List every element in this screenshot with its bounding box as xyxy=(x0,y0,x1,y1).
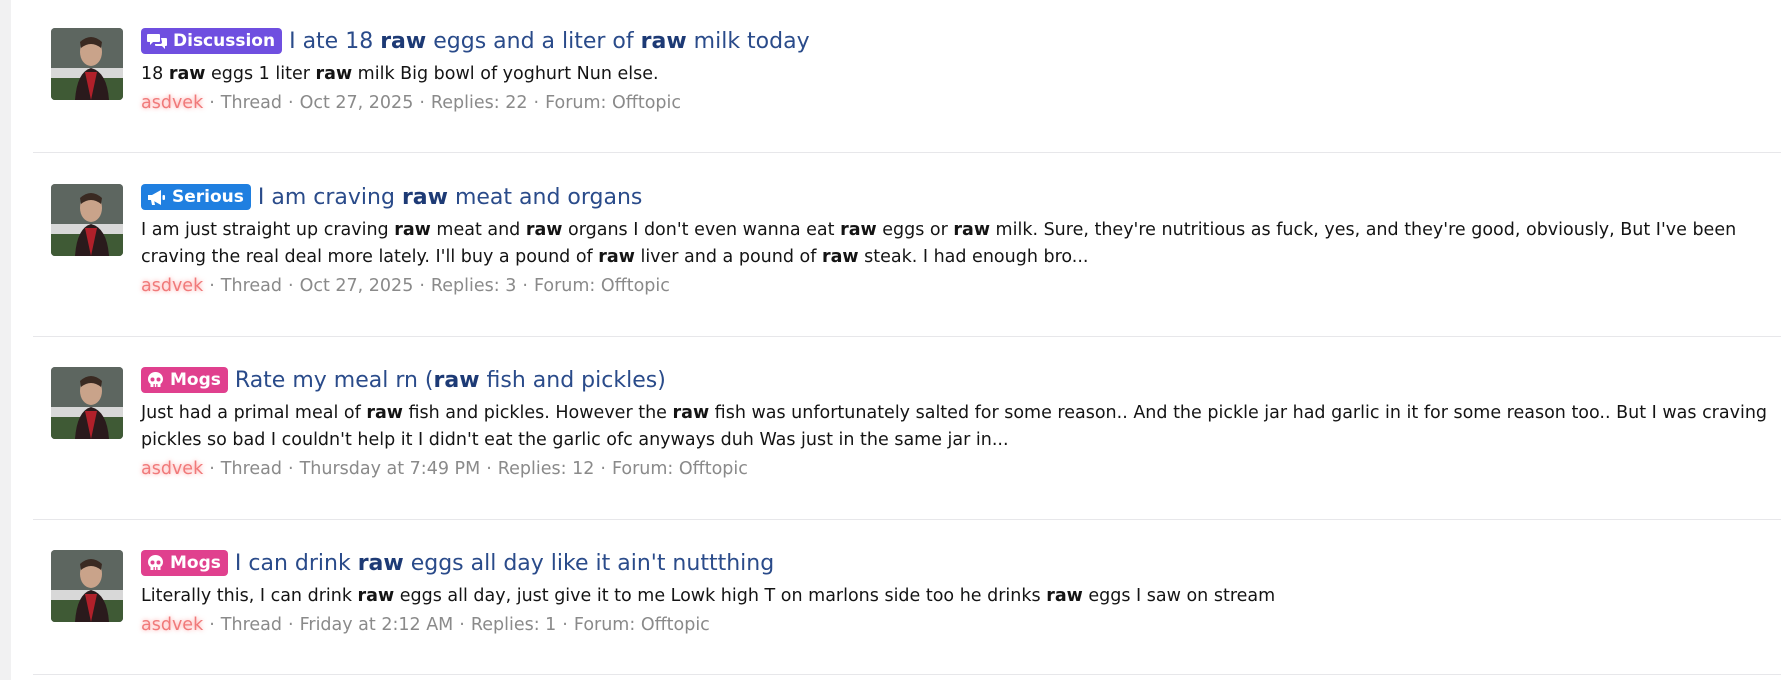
title-segment: eggs and a liter of xyxy=(426,28,641,54)
snippet-segment: eggs all day, just give it to me Lowk hi… xyxy=(394,586,1047,606)
avatar[interactable] xyxy=(51,550,123,622)
snippet-segment: organs I don't even wanna eat xyxy=(562,220,841,240)
snippet-highlight: raw xyxy=(357,586,395,606)
result-title-link[interactable]: Rate my meal rn (raw fish and pickles) xyxy=(235,368,666,393)
prefix-label[interactable]: Mogs xyxy=(141,367,228,393)
prefix-label[interactable]: Discussion xyxy=(141,28,283,54)
prefix-label-text: Serious xyxy=(172,187,244,207)
result-snippet: Just had a primal meal of raw fish and p… xyxy=(141,400,1771,454)
title-highlight: raw xyxy=(640,28,687,54)
reply-count: Replies: 22 xyxy=(430,93,528,113)
reply-count: Replies: 12 xyxy=(497,459,595,479)
snippet-segment: 18 xyxy=(141,64,169,84)
result-title-line: Serious I am craving raw meat and organs xyxy=(141,180,1771,214)
title-segment: meat and organs xyxy=(447,184,643,210)
title-segment: I can drink xyxy=(234,550,358,576)
avatar[interactable] xyxy=(51,28,123,100)
snippet-segment: liver and a pound of xyxy=(634,247,822,267)
title-segment: fish and pickles) xyxy=(479,367,666,393)
snippet-highlight: raw xyxy=(394,220,431,240)
snippet-segment: eggs I saw on stream xyxy=(1082,586,1276,606)
result-title-line: Discussion I ate 18 raw eggs and a liter… xyxy=(141,24,1771,58)
snippet-highlight: raw xyxy=(953,220,990,240)
search-result: Serious I am craving raw meat and organs… xyxy=(33,153,1781,337)
skull-icon xyxy=(148,372,163,387)
result-snippet: I am just straight up craving raw meat a… xyxy=(141,217,1771,271)
snippet-segment: eggs or xyxy=(876,220,954,240)
avatar[interactable] xyxy=(51,184,123,256)
snippet-highlight: raw xyxy=(598,247,635,267)
author-link[interactable]: asdvek xyxy=(141,459,203,479)
search-result: Discussion I ate 18 raw eggs and a liter… xyxy=(33,0,1781,153)
snippet-highlight: raw xyxy=(840,220,877,240)
reply-count: Replies: 3 xyxy=(430,276,517,296)
title-highlight: raw xyxy=(433,367,480,393)
avatar[interactable] xyxy=(51,367,123,439)
forum-link[interactable]: Forum: Offtopic xyxy=(545,93,681,113)
search-result: Mogs I can drink raw eggs all day like i… xyxy=(33,520,1781,675)
result-snippet: Literally this, I can drink raw eggs all… xyxy=(141,583,1771,610)
snippet-segment: milk Big bowl of yoghurt Nun else. xyxy=(352,64,659,84)
snippet-segment: steak. I had enough bro... xyxy=(858,247,1089,267)
author-link[interactable]: asdvek xyxy=(141,93,203,113)
author-link[interactable]: asdvek xyxy=(141,615,203,635)
content-type: Thread xyxy=(220,615,282,635)
result-meta: asdvek · Thread · Friday at 2:12 AM · Replies:… xyxy=(141,615,710,635)
snippet-segment: fish and pickles. However the xyxy=(402,403,673,423)
snippet-segment: meat and xyxy=(430,220,526,240)
search-results-list: Discussion I ate 18 raw eggs and a liter… xyxy=(33,0,1781,675)
snippet-highlight: raw xyxy=(1046,586,1083,606)
title-segment: Rate my meal rn ( xyxy=(234,367,434,393)
result-title-line: Mogs Rate my meal rn (raw fish and pickl… xyxy=(141,363,1771,397)
result-meta: asdvek · Thread · Oct 27, 2025 · Replies: 22 · F… xyxy=(141,93,682,113)
snippet-highlight: raw xyxy=(821,247,859,267)
snippet-segment: Just had a primal meal of xyxy=(141,403,367,423)
title-segment: milk today xyxy=(686,28,810,54)
snippet-highlight: raw xyxy=(168,64,206,84)
title-highlight: raw xyxy=(401,184,448,210)
prefix-label-text: Mogs xyxy=(170,553,221,573)
post-date: Oct 27, 2025 xyxy=(299,276,414,296)
prefix-label[interactable]: Serious xyxy=(141,184,251,210)
result-meta: asdvek · Thread · Oct 27, 2025 · Replies: 3 · Fo… xyxy=(141,276,670,296)
snippet-highlight: raw xyxy=(525,220,563,240)
reply-count: Replies: 1 xyxy=(470,615,557,635)
snippet-highlight: raw xyxy=(366,403,403,423)
forum-link[interactable]: Forum: Offtopic xyxy=(534,276,670,296)
left-rail xyxy=(0,0,11,680)
snippet-segment: Literally this, I can drink xyxy=(141,586,358,606)
forum-link[interactable]: Forum: Offtopic xyxy=(574,615,710,635)
snippet-highlight: raw xyxy=(315,64,353,84)
result-title-link[interactable]: I ate 18 raw eggs and a liter of raw mil… xyxy=(289,29,810,54)
result-title-link[interactable]: I can drink raw eggs all day like it ain… xyxy=(235,551,774,576)
content-type: Thread xyxy=(220,459,282,479)
snippet-segment: I am just straight up craving xyxy=(141,220,395,240)
title-highlight: raw xyxy=(357,550,404,576)
comments-icon xyxy=(147,33,167,49)
post-date: Thursday at 7:49 PM xyxy=(299,459,481,479)
content-type: Thread xyxy=(220,276,282,296)
forum-link[interactable]: Forum: Offtopic xyxy=(612,459,748,479)
content-type: Thread xyxy=(220,93,282,113)
prefix-label-text: Discussion xyxy=(173,31,276,51)
snippet-segment: eggs 1 liter xyxy=(205,64,316,84)
result-meta: asdvek · Thread · Thursday at 7:49 PM · Replie… xyxy=(141,459,748,479)
prefix-label[interactable]: Mogs xyxy=(141,550,228,576)
title-segment: eggs all day like it ain't nuttthing xyxy=(403,550,775,576)
result-snippet: 18 raw eggs 1 liter raw milk Big bowl of… xyxy=(141,61,1771,88)
post-date: Friday at 2:12 AM xyxy=(299,615,454,635)
result-title-link[interactable]: I am craving raw meat and organs xyxy=(258,185,643,210)
result-title-line: Mogs I can drink raw eggs all day like i… xyxy=(141,546,1771,580)
search-result: Mogs Rate my meal rn (raw fish and pickl… xyxy=(33,337,1781,520)
post-date: Oct 27, 2025 xyxy=(299,93,414,113)
snippet-highlight: raw xyxy=(672,403,710,423)
prefix-label-text: Mogs xyxy=(170,370,221,390)
title-highlight: raw xyxy=(380,28,427,54)
title-segment: I am craving xyxy=(257,184,402,210)
skull-icon xyxy=(148,555,163,570)
author-link[interactable]: asdvek xyxy=(141,276,203,296)
megaphone-icon xyxy=(148,189,165,205)
title-segment: I ate 18 xyxy=(289,28,381,54)
